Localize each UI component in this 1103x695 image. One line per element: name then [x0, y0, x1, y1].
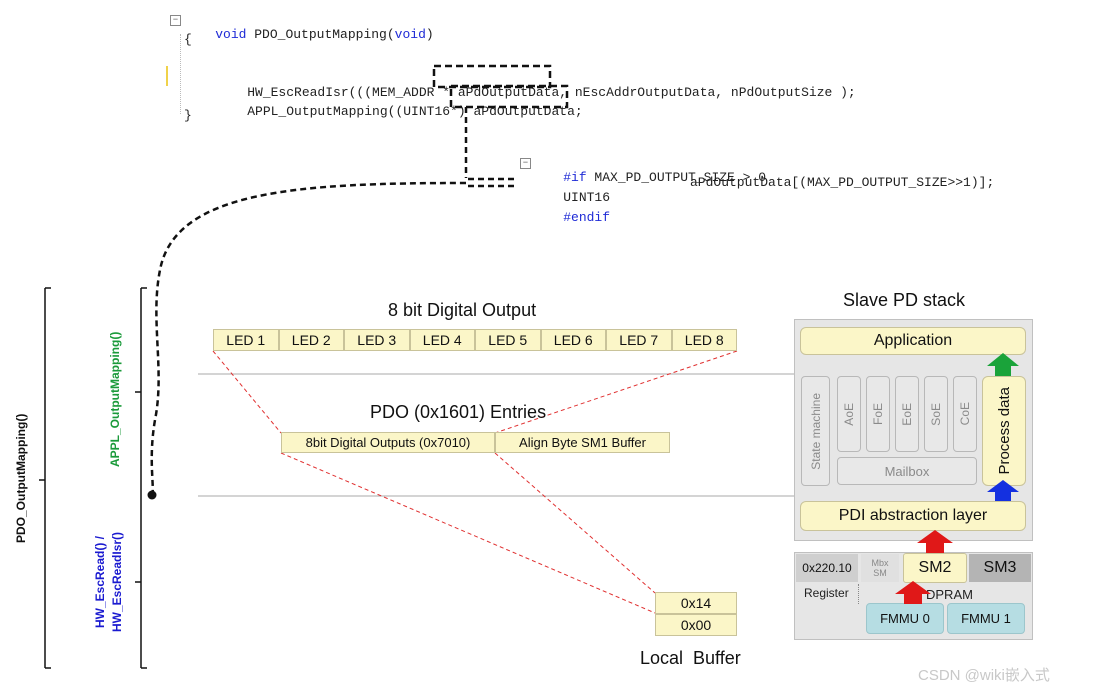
green-arrow-icon	[987, 353, 1019, 376]
stack-arrows	[895, 353, 1019, 604]
red-arrow-icon-lower	[895, 581, 931, 604]
red-arrow-icon-upper	[917, 530, 953, 553]
watermark: CSDN @wiki嵌入式	[918, 667, 1050, 684]
blue-arrow-icon	[987, 480, 1019, 501]
